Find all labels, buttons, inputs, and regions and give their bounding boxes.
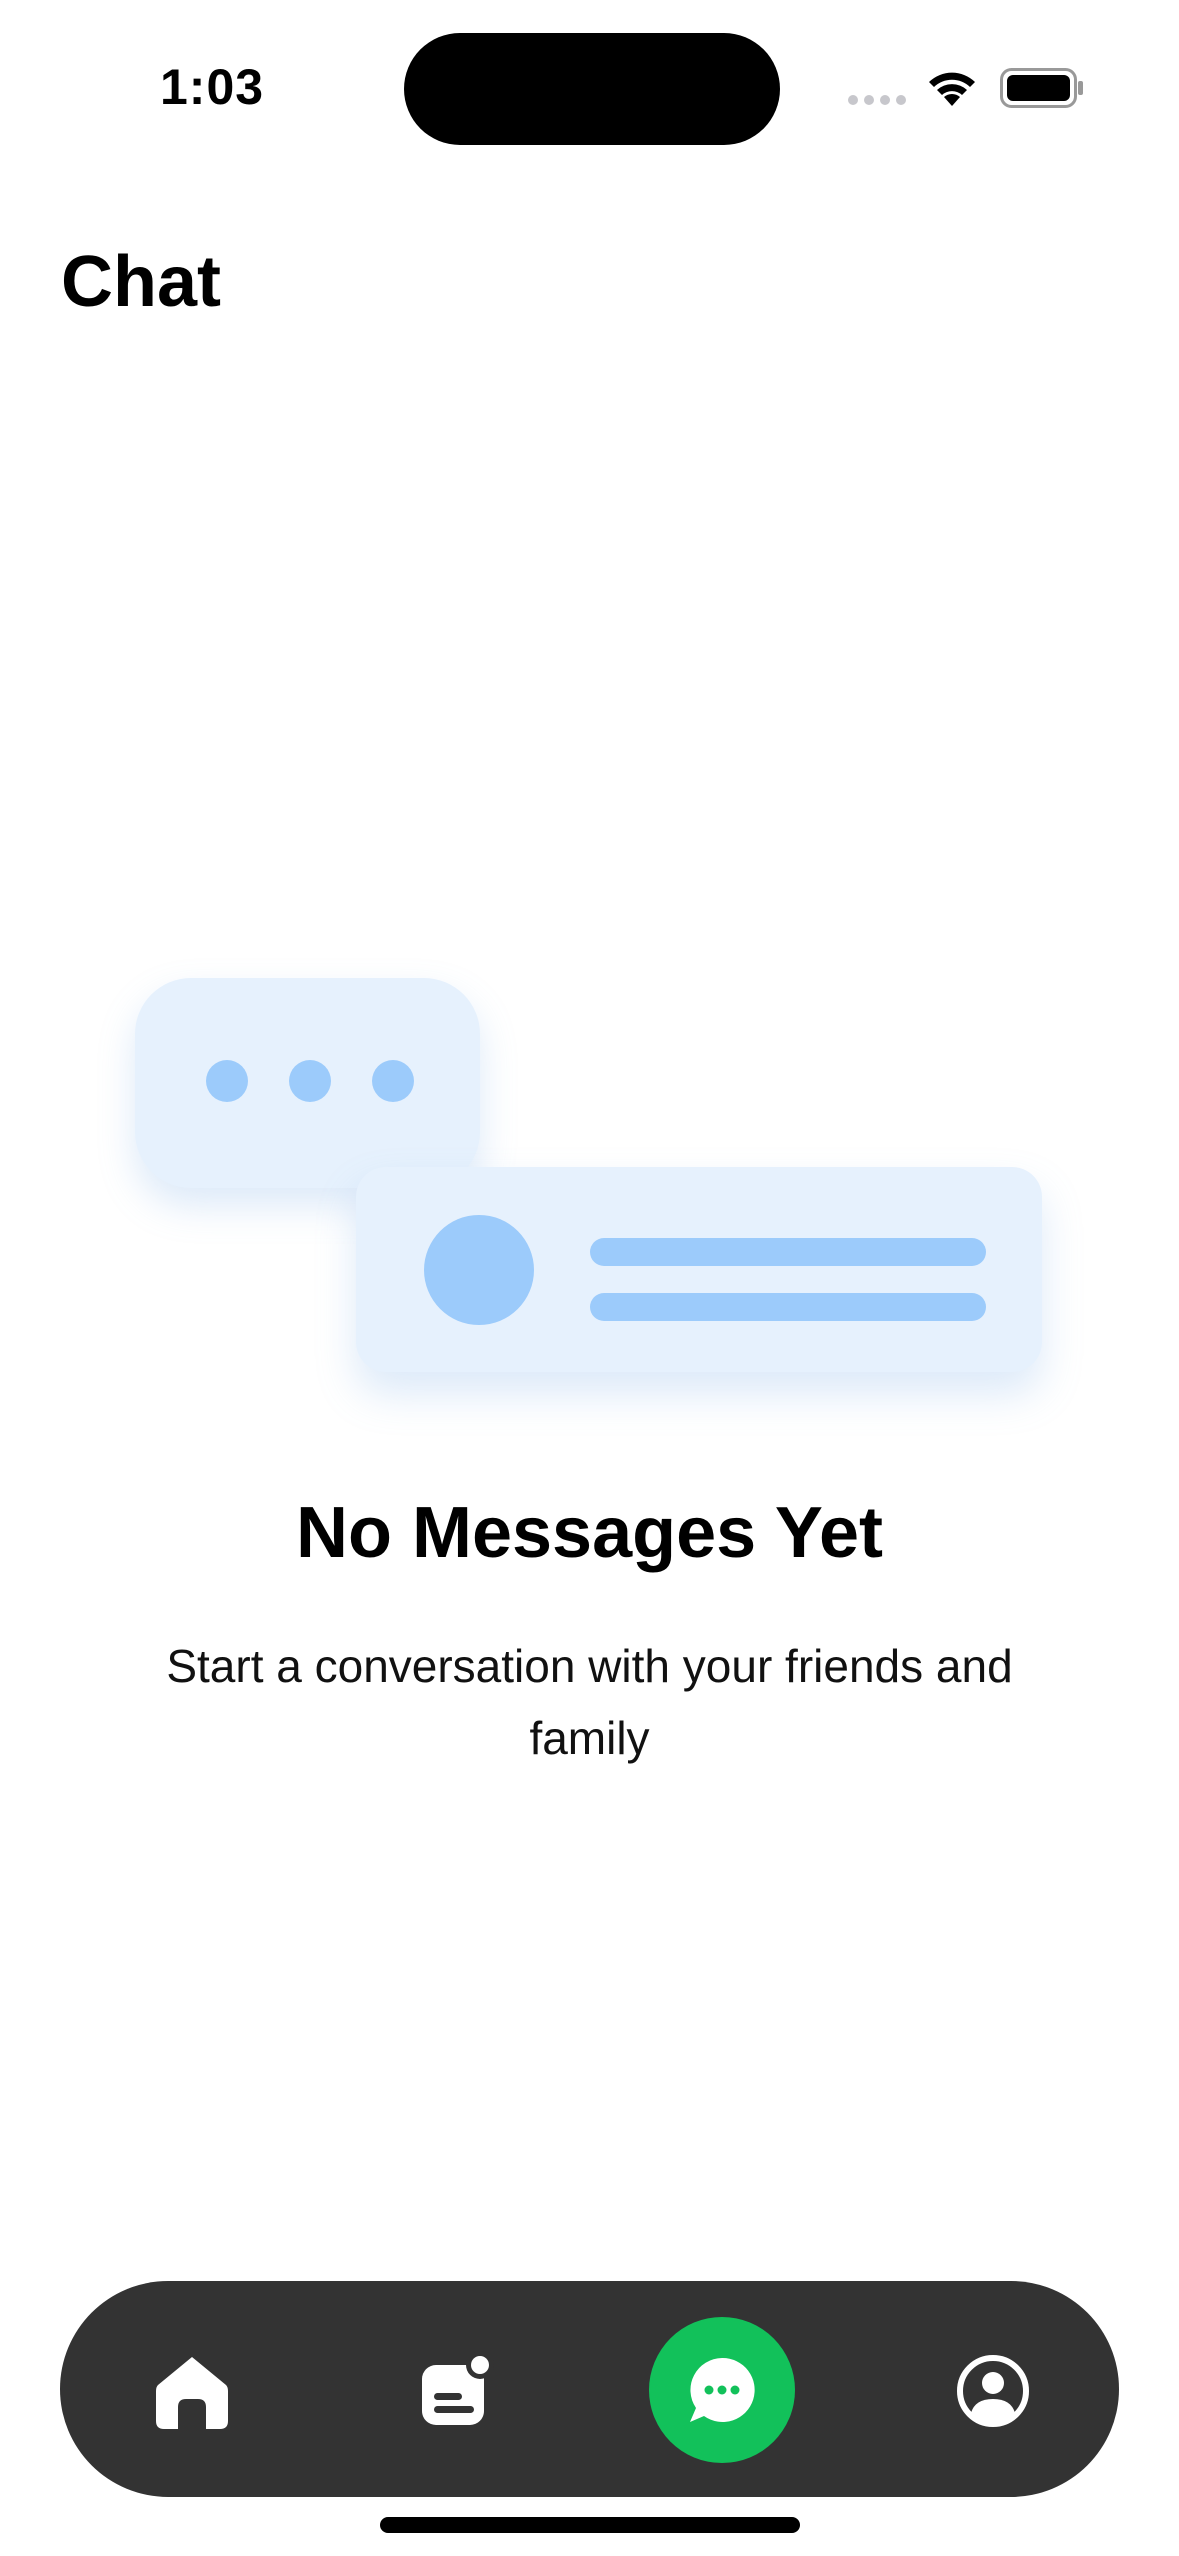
- avatar-placeholder: [424, 1215, 534, 1325]
- status-time: 1:03: [160, 59, 265, 115]
- empty-state-subtitle: Start a conversation with your friends a…: [166, 1640, 1013, 1764]
- chat-icon: [690, 2357, 755, 2422]
- empty-chat-illustration: [0, 0, 1179, 2556]
- typing-dot: [372, 1060, 414, 1102]
- profile-icon: [957, 2355, 1029, 2427]
- battery-icon: [1000, 68, 1083, 108]
- nav-chat-button[interactable]: [649, 2317, 795, 2463]
- typing-dot: [289, 1060, 331, 1102]
- typing-bubble-illustration: [135, 978, 480, 1188]
- message-card-illustration: [356, 1167, 1042, 1372]
- feed-icon: [422, 2351, 494, 2425]
- typing-dot: [206, 1060, 248, 1102]
- nav-home-button[interactable]: [144, 2343, 240, 2439]
- cellular-signal-icon: [848, 95, 908, 107]
- empty-state-title: No Messages Yet: [296, 1493, 883, 1573]
- text-line-placeholder: [590, 1238, 986, 1266]
- page-title: Chat: [61, 242, 221, 322]
- wifi-icon: [929, 72, 975, 106]
- nav-profile-button[interactable]: [945, 2343, 1041, 2439]
- dynamic-island: [404, 33, 780, 145]
- nav-feed-button[interactable]: [408, 2343, 504, 2439]
- text-line-placeholder: [590, 1293, 986, 1321]
- home-indicator[interactable]: [380, 2517, 800, 2533]
- home-icon: [156, 2357, 228, 2429]
